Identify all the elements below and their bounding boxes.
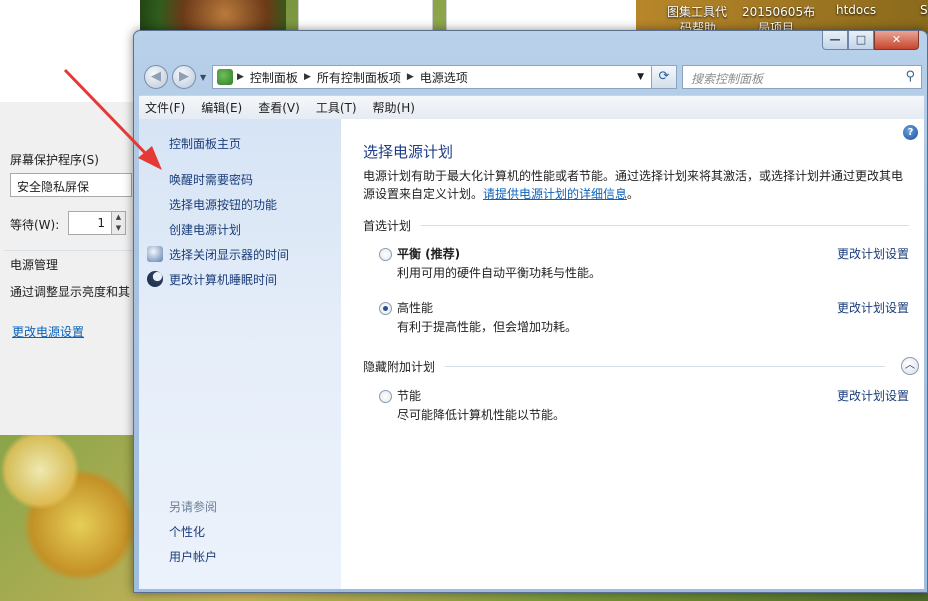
control-panel-home-link[interactable]: 控制面板主页	[169, 135, 241, 152]
choose-power-button-link[interactable]: 选择电源按钮的功能	[169, 196, 277, 213]
wait-minutes-value[interactable]: 1	[97, 216, 105, 230]
maximize-button[interactable]: □	[848, 31, 874, 50]
screensaver-label: 屏幕保护程序(S)	[10, 153, 99, 167]
search-placeholder: 搜索控制面板	[691, 72, 764, 86]
window-controls: — □ ✕	[822, 31, 919, 50]
desktop-icon-label[interactable]: S	[920, 3, 928, 17]
photo-thumbnail[interactable]	[133, 0, 286, 34]
user-accounts-link[interactable]: 用户帐户	[169, 548, 217, 565]
address-bar[interactable]: ▶ 控制面板 ▶ 所有控制面板项 ▶ 电源选项 ▼	[212, 65, 677, 89]
screensaver-select[interactable]: 安全隐私屏保	[10, 173, 132, 197]
plan-power-saver-change-link[interactable]: 更改计划设置	[837, 387, 909, 404]
search-icon[interactable]: ⚲	[905, 69, 915, 84]
screensaver-settings-window: 屏幕保护程序(S) 安全隐私屏保 等待(W): 1 ▲ ▼ 电源管理 通过调整显…	[0, 0, 140, 435]
page-title: 选择电源计划	[363, 143, 454, 161]
plan-power-saver-radio[interactable]	[379, 390, 392, 403]
wait-minutes-stepper[interactable]: 1 ▲ ▼	[68, 211, 126, 235]
breadcrumb-separator-icon[interactable]: ▶	[407, 72, 414, 82]
change-power-settings-link[interactable]: 更改电源设置	[12, 323, 84, 340]
background-window-fragment[interactable]	[298, 0, 433, 34]
hidden-plans-header[interactable]: 隐藏附加计划	[363, 358, 435, 375]
address-dropdown-icon[interactable]: ▼	[637, 72, 644, 82]
power-management-group	[4, 250, 140, 251]
wait-label: 等待(W):	[10, 218, 60, 232]
help-icon[interactable]: ?	[903, 125, 918, 140]
sleep-moon-icon	[147, 271, 163, 287]
plan-balanced-desc: 利用可用的硬件自动平衡功耗与性能。	[397, 266, 602, 280]
breadcrumb-all-items[interactable]: 所有控制面板项	[317, 69, 401, 86]
power-management-header: 电源管理	[10, 258, 59, 272]
group-divider	[445, 366, 885, 367]
screensaver-preview-area	[0, 0, 140, 102]
menu-view[interactable]: 查看(V)	[258, 99, 300, 116]
require-password-on-wakeup-link[interactable]: 唤醒时需要密码	[169, 171, 253, 188]
menu-file[interactable]: 文件(F)	[145, 99, 185, 116]
menu-tools[interactable]: 工具(T)	[316, 99, 357, 116]
power-management-text: 通过调整显示亮度和其	[10, 285, 131, 299]
breadcrumb-separator-icon[interactable]: ▶	[237, 72, 244, 82]
see-also-header: 另请参阅	[169, 500, 218, 514]
plan-high-performance-change-link[interactable]: 更改计划设置	[837, 299, 909, 316]
plan-balanced-name[interactable]: 平衡 (推荐)	[397, 245, 460, 262]
back-arrow-icon[interactable]: ◀	[144, 65, 168, 89]
breadcrumb-control-panel[interactable]: 控制面板	[250, 69, 298, 86]
menu-bar: 文件(F) 编辑(E) 查看(V) 工具(T) 帮助(H)	[139, 95, 924, 119]
menu-edit[interactable]: 编辑(E)	[201, 99, 242, 116]
plan-high-performance-radio[interactable]	[379, 302, 392, 315]
close-button[interactable]: ✕	[874, 31, 919, 50]
desktop-wallpaper-flower	[0, 430, 80, 510]
menu-help[interactable]: 帮助(H)	[373, 99, 415, 116]
refresh-icon[interactable]: ⟳	[651, 65, 677, 89]
forward-arrow-icon[interactable]: ▶	[172, 65, 196, 89]
plan-balanced-radio[interactable]	[379, 248, 392, 261]
display-clock-icon	[147, 246, 163, 262]
plan-power-saver-desc: 尽可能降低计算机性能以节能。	[397, 408, 566, 422]
stepper-down-icon[interactable]: ▼	[111, 223, 125, 234]
background-window-fragment[interactable]	[446, 0, 636, 34]
recent-pages-dropdown-icon[interactable]: ▼	[200, 73, 206, 82]
plan-high-performance-desc: 有利于提高性能，但会增加功耗。	[397, 320, 578, 334]
search-input[interactable]: 搜索控制面板 ⚲	[682, 65, 922, 89]
plan-details-link[interactable]: 请提供电源计划的详细信息	[483, 187, 627, 201]
personalization-link[interactable]: 个性化	[169, 523, 205, 540]
baidu-watermark-url: jingyan.baidu.com	[715, 564, 845, 580]
collapse-chevron-up-icon[interactable]: ︿	[901, 357, 919, 375]
plan-high-performance-name[interactable]: 高性能	[397, 299, 433, 316]
minimize-button[interactable]: —	[822, 31, 848, 50]
left-navigation-pane: 控制面板主页 唤醒时需要密码 选择电源按钮的功能 创建电源计划 选择关闭显示器的…	[139, 119, 341, 589]
desktop-icon-label[interactable]: 图集工具代	[667, 3, 727, 20]
breadcrumb-separator-icon[interactable]: ▶	[304, 72, 311, 82]
preferred-plans-header: 首选计划	[363, 219, 412, 233]
group-divider	[421, 225, 909, 226]
display-off-time-link[interactable]: 选择关闭显示器的时间	[169, 246, 289, 263]
plan-balanced-change-link[interactable]: 更改计划设置	[837, 245, 909, 262]
stepper-up-icon[interactable]: ▲	[111, 212, 125, 223]
plan-power-saver-name[interactable]: 节能	[397, 387, 421, 404]
control-panel-icon	[217, 69, 233, 85]
breadcrumb-power-options[interactable]: 电源选项	[420, 69, 468, 86]
page-description: 电源计划有助于最大化计算机的性能或者节能。通过选择计划来将其激活，或选择计划并通…	[363, 167, 908, 203]
baidu-watermark: Baidu 经验	[715, 513, 882, 548]
desktop-icon-label[interactable]: 20150605布	[742, 3, 815, 20]
create-power-plan-link[interactable]: 创建电源计划	[169, 221, 241, 238]
change-sleep-time-link[interactable]: 更改计算机睡眠时间	[169, 271, 277, 288]
description-end: 。	[627, 187, 640, 201]
desktop-icon-label[interactable]: htdocs	[836, 3, 876, 17]
